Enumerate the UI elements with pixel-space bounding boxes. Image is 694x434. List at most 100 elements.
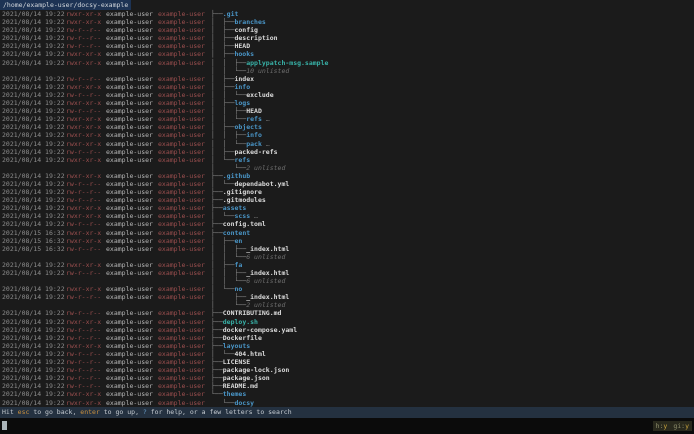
- tree-row[interactable]: 2021/08/14 19:22rwxr-xr-x example-user exa…: [0, 99, 694, 107]
- file-name[interactable]: HEAD: [246, 107, 262, 115]
- file-group: example-user: [158, 179, 205, 188]
- file-name[interactable]: package-lock.json: [223, 366, 290, 374]
- tree-row[interactable]: 2021/08/14 19:22rw-r--r-- example-user exa…: [0, 334, 694, 342]
- file-name[interactable]: CONTRIBUTING.md: [223, 309, 282, 317]
- file-group: example-user: [158, 236, 205, 245]
- file-name[interactable]: index: [234, 75, 254, 83]
- file-name[interactable]: _index.html: [246, 269, 289, 277]
- file-group: example-user: [158, 390, 205, 399]
- file-owner: example-user: [106, 90, 153, 99]
- tree-row[interactable]: 2021/08/14 19:22rw-r--r-- example-user exa…: [0, 148, 694, 156]
- tree-row[interactable]: 2021/08/14 19:22rwxr-xr-x example-user exa…: [0, 172, 694, 180]
- tree-row[interactable]: 2021/08/14 19:22rw-r--r-- example-user exa…: [0, 196, 694, 204]
- tree-row[interactable]: │ │ └──10 unlisted: [0, 67, 694, 75]
- tree-row[interactable]: │ └──2 unlisted: [0, 301, 694, 309]
- file-date: 2021/08/14 19:22: [2, 90, 65, 99]
- tree-row[interactable]: 2021/08/14 19:22rw-r--r-- example-user exa…: [0, 75, 694, 83]
- file-group: example-user: [158, 341, 205, 350]
- file-name[interactable]: 6 unlisted: [246, 277, 285, 285]
- tree-row[interactable]: 2021/08/14 19:22rwxr-xr-x example-user exa…: [0, 131, 694, 139]
- tree-row[interactable]: │ │ └──6 unlisted: [0, 277, 694, 285]
- file-name[interactable]: exclude: [246, 91, 273, 99]
- tree-row[interactable]: 2021/08/14 19:22rw-r--r-- example-user exa…: [0, 180, 694, 188]
- tree-row[interactable]: 2021/08/15 16:32rw-r--r-- example-user exa…: [0, 245, 694, 253]
- tree-row[interactable]: 2021/08/15 16:32rwxr-xr-x example-user exa…: [0, 229, 694, 237]
- tree-row[interactable]: 2021/08/14 19:22rwxr-xr-x example-user exa…: [0, 285, 694, 293]
- file-group: example-user: [158, 285, 205, 294]
- tree-row[interactable]: 2021/08/14 19:22rwxr-xr-x example-user exa…: [0, 212, 694, 220]
- file-name[interactable]: docsy: [234, 399, 254, 407]
- tree-row[interactable]: │ │ └──6 unlisted: [0, 253, 694, 261]
- tree-row[interactable]: 2021/08/14 19:22rwxr-xr-x example-user exa…: [0, 390, 694, 398]
- tree-row[interactable]: 2021/08/14 19:22rw-r--r-- example-user exa…: [0, 91, 694, 99]
- tree-row[interactable]: 2021/08/14 19:22rw-r--r-- example-user exa…: [0, 26, 694, 34]
- tree-row[interactable]: 2021/08/14 19:22rwxr-xr-x example-user exa…: [0, 83, 694, 91]
- file-name[interactable]: config.toml: [223, 220, 266, 228]
- tree-row[interactable]: 2021/08/15 16:32rwxr-xr-x example-user exa…: [0, 237, 694, 245]
- file-name[interactable]: packed-refs: [234, 148, 277, 156]
- file-name[interactable]: no: [234, 285, 242, 293]
- tree-row[interactable]: 2021/08/14 19:22rwxr-xr-x example-user exa…: [0, 156, 694, 164]
- file-name[interactable]: info: [234, 83, 250, 91]
- tree-row[interactable]: 2021/08/14 19:22rw-r--r-- example-user exa…: [0, 309, 694, 317]
- file-name[interactable]: content: [223, 229, 250, 237]
- tree-row[interactable]: 2021/08/14 19:22rwxr-xr-x example-user exa…: [0, 399, 694, 407]
- tree-row[interactable]: 2021/08/14 19:22rwxr-xr-x example-user exa…: [0, 342, 694, 350]
- file-name[interactable]: applypatch-msg.sample: [246, 59, 328, 67]
- file-name[interactable]: .github: [223, 172, 250, 180]
- file-name[interactable]: LICENSE: [223, 358, 250, 366]
- tree-row[interactable]: 2021/08/14 19:22rwxr-xr-x example-user exa…: [0, 18, 694, 26]
- tree-row[interactable]: 2021/08/14 19:22rwxr-xr-x example-user exa…: [0, 318, 694, 326]
- tree-row[interactable]: 2021/08/14 19:22rwxr-xr-x example-user exa…: [0, 50, 694, 58]
- tree-row[interactable]: 2021/08/14 19:22rwxr-xr-x example-user exa…: [0, 123, 694, 131]
- tree-row[interactable]: 2021/08/14 19:22rwxr-xr-x example-user exa…: [0, 140, 694, 148]
- tree-row[interactable]: │ └──2 unlisted: [0, 164, 694, 172]
- tree-row[interactable]: 2021/08/14 19:22rw-r--r-- example-user exa…: [0, 42, 694, 50]
- search-input[interactable]: h:y gi:y: [0, 418, 694, 434]
- file-name[interactable]: en: [234, 237, 242, 245]
- tree-row[interactable]: 2021/08/14 19:22rw-r--r-- example-user exa…: [0, 188, 694, 196]
- file-group: example-user: [158, 228, 205, 237]
- file-name[interactable]: 404.html: [234, 350, 265, 358]
- file-name[interactable]: .git: [223, 10, 239, 18]
- tree-row[interactable]: 2021/08/14 19:22rw-r--r-- example-user exa…: [0, 358, 694, 366]
- tree-row[interactable]: 2021/08/14 19:22rwxr-xr-x example-user exa…: [0, 115, 694, 123]
- file-name[interactable]: pack: [246, 140, 262, 148]
- file-name[interactable]: layouts: [223, 342, 250, 350]
- file-name[interactable]: deploy.sh: [223, 318, 258, 326]
- file-name[interactable]: 10 unlisted: [246, 67, 289, 75]
- tree-row[interactable]: 2021/08/14 19:22rw-r--r-- example-user exa…: [0, 34, 694, 42]
- tree-row[interactable]: 2021/08/14 19:22rwxr-xr-x example-user exa…: [0, 204, 694, 212]
- file-name[interactable]: hooks: [234, 50, 254, 58]
- file-name[interactable]: branches: [234, 18, 265, 26]
- file-name[interactable]: docker-compose.yaml: [223, 326, 297, 334]
- file-name[interactable]: _index.html: [246, 245, 289, 253]
- file-name[interactable]: dependabot.yml: [234, 180, 289, 188]
- file-name[interactable]: config: [234, 26, 257, 34]
- file-name[interactable]: info: [246, 131, 262, 139]
- file-name[interactable]: themes: [223, 390, 246, 398]
- file-owner: example-user: [106, 390, 153, 399]
- tree-row[interactable]: 2021/08/14 19:22rwxr-xr-x example-user exa…: [0, 10, 694, 18]
- file-name[interactable]: .gitmodules: [223, 196, 266, 204]
- tree-row[interactable]: 2021/08/14 19:22rw-r--r-- example-user exa…: [0, 350, 694, 358]
- tree-row[interactable]: 2021/08/14 19:22rw-r--r-- example-user exa…: [0, 374, 694, 382]
- tree-row[interactable]: 2021/08/14 19:22rw-r--r-- example-user exa…: [0, 293, 694, 301]
- file-name[interactable]: 6 unlisted: [246, 253, 285, 261]
- file-name[interactable]: .gitignore: [223, 188, 262, 196]
- tree-row[interactable]: 2021/08/14 19:22rw-r--r-- example-user exa…: [0, 326, 694, 334]
- file-name[interactable]: refs: [234, 156, 250, 164]
- file-name[interactable]: 2 unlisted: [246, 164, 285, 172]
- tree-branch-lines: ├──: [211, 358, 223, 367]
- file-name[interactable]: fa: [234, 261, 242, 269]
- tree-row[interactable]: 2021/08/14 19:22rwxr-xr-x example-user exa…: [0, 59, 694, 67]
- tree-row[interactable]: 2021/08/14 19:22rw-r--r-- example-user exa…: [0, 269, 694, 277]
- file-name[interactable]: logs: [234, 99, 250, 107]
- tree-branch-lines: │ │ ├──: [211, 131, 247, 140]
- tree-row[interactable]: 2021/08/14 19:22rw-r--r-- example-user exa…: [0, 382, 694, 390]
- tree-row[interactable]: 2021/08/14 19:22rw-r--r-- example-user exa…: [0, 366, 694, 374]
- tree-row[interactable]: 2021/08/14 19:22rw-r--r-- example-user exa…: [0, 220, 694, 228]
- tree-row[interactable]: 2021/08/14 19:22rw-r--r-- example-user exa…: [0, 107, 694, 115]
- file-name[interactable]: Dockerfile: [223, 334, 262, 342]
- tree-row[interactable]: 2021/08/14 19:22rwxr-xr-x example-user exa…: [0, 261, 694, 269]
